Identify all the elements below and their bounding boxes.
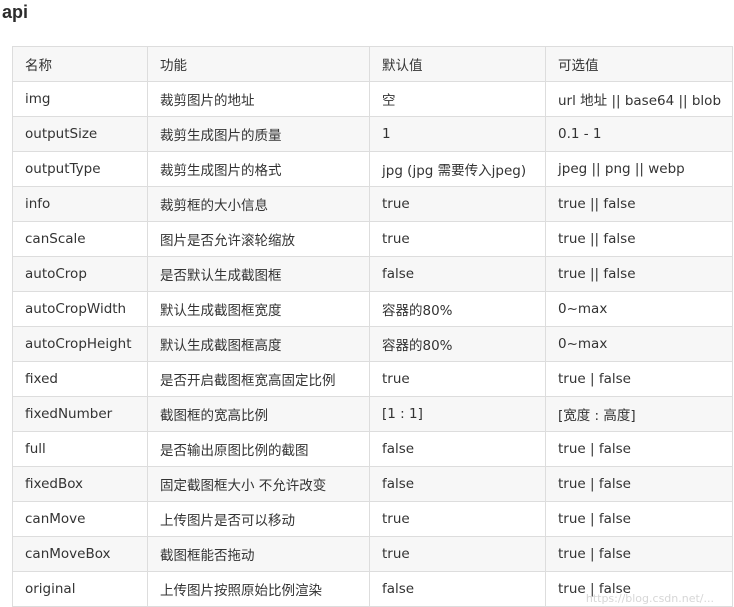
- cell-default: 容器的80%: [369, 326, 546, 362]
- header-options: 可选值: [545, 46, 733, 82]
- cell-default: false: [369, 256, 546, 292]
- table-row: fixedNumber 截图框的宽高比例 [1 : 1] [宽度 : 高度]: [12, 396, 733, 432]
- cell-name: fixed: [12, 361, 148, 397]
- page-title: api: [2, 2, 29, 22]
- cell-default: false: [369, 571, 546, 607]
- cell-function: 上传图片按照原始比例渲染: [147, 571, 370, 607]
- cell-name: outputSize: [12, 116, 148, 152]
- header-name: 名称: [12, 46, 148, 82]
- cell-default: 空: [369, 81, 546, 117]
- table-row: img 裁剪图片的地址空 url 地址 || base64 || blob: [12, 81, 733, 117]
- cell-default: true: [369, 361, 546, 397]
- cell-options: true | false: [545, 361, 733, 397]
- cell-function: 图片是否允许滚轮缩放: [147, 221, 370, 257]
- cell-default: true: [369, 536, 546, 572]
- watermark: https://blog.csdn.net/...: [585, 592, 714, 605]
- cell-options: true | false: [545, 431, 733, 467]
- cell-function: 上传图片是否可以移动: [147, 501, 370, 537]
- cell-name: original: [12, 571, 148, 607]
- cell-function: 裁剪生成图片的质量: [147, 116, 370, 152]
- api-table: 名称 功能 默认值 可选值 img 裁剪图片的地址空 url 地址 || base6…: [12, 46, 733, 607]
- cell-options: 0~max: [545, 291, 733, 327]
- table-row: outputType 裁剪生成图片的格式 jpg (jpg 需要传入jpeg) jpe…: [12, 151, 733, 187]
- cell-name: img: [12, 81, 148, 117]
- cell-name: autoCropHeight: [12, 326, 148, 362]
- cell-name: info: [12, 186, 148, 222]
- cell-function: 截图框的宽高比例: [147, 396, 370, 432]
- cell-options: true | false: [545, 501, 733, 537]
- header-function: 功能: [147, 46, 370, 82]
- table-row: autoCrop 是否默认生成截图框 false true || false: [12, 256, 733, 292]
- cell-default: false: [369, 466, 546, 502]
- cell-options: 0.1 - 1: [545, 116, 733, 152]
- cell-name: fixedBox: [12, 466, 148, 502]
- cell-default: false: [369, 431, 546, 467]
- cell-name: autoCropWidth: [12, 291, 148, 327]
- cell-function: 裁剪框的大小信息: [147, 186, 370, 222]
- cell-options: 0~max: [545, 326, 733, 362]
- table-row: autoCropHeight 默认生成截图框高度 容器的80% 0~max: [12, 326, 733, 362]
- cell-name: autoCrop: [12, 256, 148, 292]
- cell-name: canMoveBox: [12, 536, 148, 572]
- cell-default: jpg (jpg 需要传入jpeg): [369, 151, 546, 187]
- cell-function: 是否开启截图框宽高固定比例: [147, 361, 370, 397]
- table-row: canMove 上传图片是否可以移动 true true | false: [12, 501, 733, 537]
- cell-function: 裁剪图片的地址: [147, 81, 370, 117]
- cell-default: [1 : 1]: [369, 396, 546, 432]
- cell-options: jpeg || png || webp: [545, 151, 733, 187]
- cell-name: full: [12, 431, 148, 467]
- table-row: canScale 图片是否允许滚轮缩放 true true || false: [12, 221, 733, 257]
- cell-options: true || false: [545, 221, 733, 257]
- cell-default: true: [369, 186, 546, 222]
- table-header-row: 名称 功能 默认值 可选值: [12, 46, 733, 82]
- table-row: autoCropWidth 默认生成截图框宽度 容器的80% 0~max: [12, 291, 733, 327]
- header-default: 默认值: [369, 46, 546, 82]
- cell-default: 1: [369, 116, 546, 152]
- cell-function: 默认生成截图框高度: [147, 326, 370, 362]
- cell-options: true || false: [545, 186, 733, 222]
- cell-name: canScale: [12, 221, 148, 257]
- cell-options: [宽度 : 高度]: [545, 396, 733, 432]
- cell-function: 裁剪生成图片的格式: [147, 151, 370, 187]
- cell-function: 截图框能否拖动: [147, 536, 370, 572]
- cell-options: true || false: [545, 256, 733, 292]
- cell-default: true: [369, 501, 546, 537]
- cell-function: 固定截图框大小 不允许改变: [147, 466, 370, 502]
- cell-function: 默认生成截图框宽度: [147, 291, 370, 327]
- cell-function: 是否默认生成截图框: [147, 256, 370, 292]
- table-row: canMoveBox 截图框能否拖动 true true | false: [12, 536, 733, 572]
- cell-name: outputType: [12, 151, 148, 187]
- table-row: fixed 是否开启截图框宽高固定比例 true true | false: [12, 361, 733, 397]
- cell-function: 是否输出原图比例的截图: [147, 431, 370, 467]
- table-row: info 裁剪框的大小信息 true true || false: [12, 186, 733, 222]
- table-row: outputSize 裁剪生成图片的质量 1 0.1 - 1: [12, 116, 733, 152]
- cell-options: url 地址 || base64 || blob: [545, 81, 733, 117]
- cell-name: fixedNumber: [12, 396, 148, 432]
- table-row: full 是否输出原图比例的截图 false true | false: [12, 431, 733, 467]
- table-row: fixedBox 固定截图框大小 不允许改变 false true | false: [12, 466, 733, 502]
- cell-options: true | false: [545, 466, 733, 502]
- cell-name: canMove: [12, 501, 148, 537]
- table-body: img 裁剪图片的地址空 url 地址 || base64 || blob outpu…: [12, 81, 733, 607]
- cell-default: true: [369, 221, 546, 257]
- cell-default: 容器的80%: [369, 291, 546, 327]
- cell-options: true | false: [545, 536, 733, 572]
